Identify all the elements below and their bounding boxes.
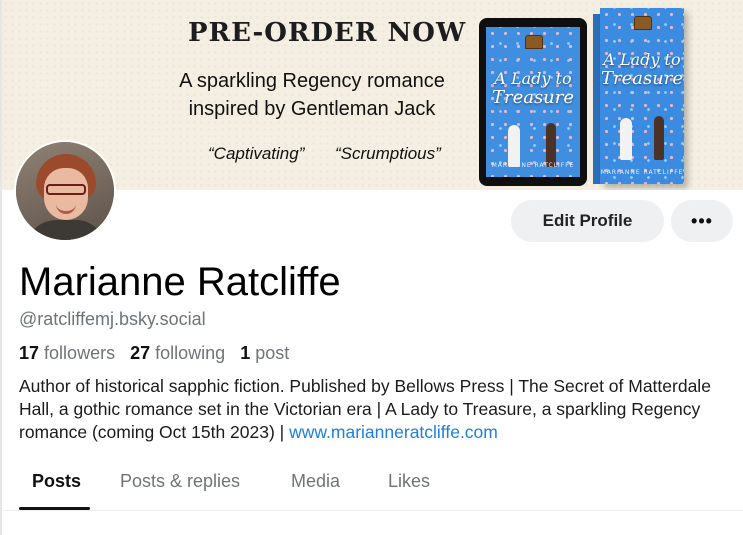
avatar-photo	[16, 142, 114, 240]
banner-tagline-1: A sparkling Regency romance	[179, 70, 445, 92]
avatar[interactable]	[14, 140, 116, 242]
treasure-chest-icon	[634, 16, 652, 30]
tablet-mockup: A Lady to Treasure MARIANNE RATCLIFFE	[479, 18, 587, 186]
tablet-cover-title-1: A Lady to	[494, 69, 572, 88]
tablet-cover-title-2: Treasure	[491, 87, 575, 108]
edit-profile-button[interactable]: Edit Profile	[511, 200, 664, 242]
lady-figure-icon	[508, 125, 520, 167]
following-link[interactable]: 27 following	[130, 343, 225, 363]
paperback-book-cover: A Lady to Treasure MARIANNE RATCLIFFE	[600, 8, 684, 184]
book-cover-title-2: Treasure	[600, 68, 684, 89]
followers-link[interactable]: 17 followers	[19, 343, 115, 363]
profile-tabs: Posts Posts & replies Media Likes	[0, 462, 743, 510]
treasure-chest-icon	[525, 35, 543, 49]
tab-media[interactable]: Media	[291, 462, 340, 510]
website-link[interactable]: www.marianneratcliffe.com	[289, 422, 498, 442]
followers-count: 17	[19, 343, 40, 363]
followers-label: followers	[44, 343, 116, 363]
following-count: 27	[130, 343, 151, 363]
posts-count: 1	[240, 343, 251, 363]
banner-quote-2: “Scrumptious”	[335, 144, 441, 163]
banner-tagline-2: inspired by Gentleman Jack	[188, 98, 436, 120]
display-name: Marianne Ratcliffe	[19, 260, 341, 304]
following-label: following	[155, 343, 226, 363]
book-cover-title-1: A Lady to	[603, 50, 681, 69]
gentleman-figure-icon	[546, 123, 556, 167]
tab-posts[interactable]: Posts	[32, 462, 81, 510]
profile-bio: Author of historical sapphic fiction. Pu…	[19, 375, 734, 444]
banner-preorder-text: PRE-ORDER NOW	[188, 18, 467, 48]
lady-figure-icon	[620, 118, 632, 160]
profile-stats: 17 followers 27 following 1 post	[19, 343, 299, 364]
more-options-button[interactable]: •••	[671, 200, 733, 242]
user-handle: @ratcliffemj.bsky.social	[19, 309, 206, 329]
banner-quote-1: “Captivating”	[208, 144, 305, 163]
tab-likes[interactable]: Likes	[388, 462, 430, 510]
posts-label: post	[255, 343, 290, 363]
tablet-cover-author: MARIANNE RATCLIFFE	[491, 162, 575, 169]
tab-divider	[2, 510, 743, 511]
gentleman-figure-icon	[654, 116, 664, 160]
tablet-book-cover: A Lady to Treasure MARIANNE RATCLIFFE	[486, 27, 580, 177]
book-cover-author: MARIANNE RATCLIFFE	[600, 169, 684, 176]
tab-posts-and-replies[interactable]: Posts & replies	[120, 462, 240, 510]
posts-stat: 1 post	[240, 343, 289, 363]
